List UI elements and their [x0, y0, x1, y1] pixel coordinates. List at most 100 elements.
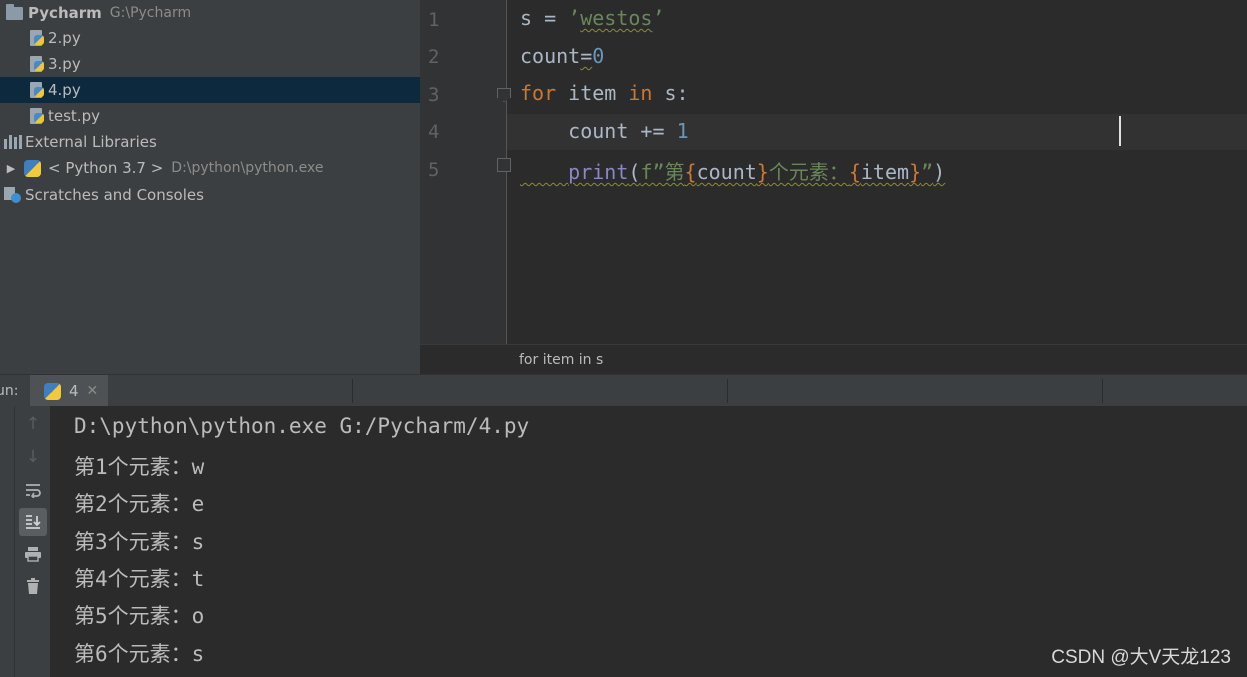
python-file-icon: [28, 55, 45, 73]
file-item-testpy[interactable]: test.py: [0, 103, 420, 129]
folder-icon: [6, 3, 23, 20]
scroll-down-icon[interactable]: ↓: [19, 443, 47, 471]
code-token: in: [628, 81, 653, 105]
external-libraries-label: External Libraries: [25, 133, 157, 151]
code-token: count: [520, 44, 581, 68]
file-label: 2.py: [48, 29, 81, 47]
code-line-1: s = ’westos’: [520, 6, 665, 30]
line-number: 5: [428, 159, 440, 181]
python-sdk-label: < Python 3.7 >: [48, 159, 164, 177]
code-token: {: [848, 160, 861, 184]
code-token: }: [756, 160, 769, 184]
file-item-2py[interactable]: 2.py: [0, 25, 420, 51]
project-root-row[interactable]: Pycharm G:\Pycharm: [0, 0, 420, 26]
code-token: +=: [628, 119, 677, 143]
code-token: ’: [652, 6, 665, 30]
code-token: s: [520, 6, 533, 30]
line-number: 1: [428, 9, 440, 31]
python-file-icon: [28, 29, 45, 47]
code-token: count: [568, 119, 629, 143]
run-side-strip: [0, 406, 14, 677]
file-label: 4.py: [48, 81, 81, 99]
libraries-icon: [4, 135, 22, 149]
editor-gutter: 1 2 3 4 5: [420, 0, 511, 344]
python-file-icon: [28, 81, 45, 99]
code-line-2: count=0: [520, 44, 604, 68]
file-label: 3.py: [48, 55, 81, 73]
line-number: 4: [428, 121, 440, 143]
console-output-line: 第6个元素：s: [74, 642, 205, 666]
fold-open-icon[interactable]: [497, 88, 511, 102]
code-token: 0: [592, 44, 605, 68]
code-line-4: count += 1: [520, 119, 689, 143]
code-line-5: print(f”第{count}个元素：{item}”): [520, 156, 945, 185]
csdn-watermark: CSDN @大V天龙123: [1051, 647, 1231, 668]
external-libraries-row[interactable]: External Libraries: [0, 129, 420, 155]
console-output-line: 第1个元素：w: [74, 455, 205, 479]
code-token: 个元素：: [768, 160, 849, 184]
run-tab-4[interactable]: 4 ✕: [30, 375, 108, 407]
code-token: count: [696, 160, 757, 184]
code-token: print: [568, 160, 629, 184]
project-root-name: Pycharm: [28, 4, 102, 22]
project-tool-window: Pycharm G:\Pycharm 2.py 3.py 4.py test.p…: [0, 0, 420, 374]
file-item-3py[interactable]: 3.py: [0, 51, 420, 77]
line-number: 2: [428, 46, 440, 68]
code-line-3: for item in s:: [520, 81, 689, 105]
code-token: f”第: [640, 160, 685, 184]
print-icon[interactable]: [19, 540, 47, 568]
code-token: westos: [580, 6, 653, 30]
run-tool-window-header: un: 4 ✕: [0, 374, 1247, 408]
code-token: item: [860, 160, 910, 184]
console-output-line: 第4个元素：t: [74, 567, 205, 591]
scroll-to-end-icon[interactable]: [19, 508, 47, 536]
code-token: ’: [568, 6, 581, 30]
project-root-path: G:\Pycharm: [109, 5, 192, 21]
python-sdk-row[interactable]: ▶ < Python 3.7 > D:\python\python.exe: [0, 155, 420, 181]
console-output-line: 第2个元素：e: [74, 492, 205, 516]
run-toolbar: ↑ ↓: [14, 406, 51, 677]
close-tab-icon[interactable]: ✕: [87, 383, 99, 399]
scratches-label: Scratches and Consoles: [25, 186, 204, 204]
header-divider: [1102, 379, 1103, 403]
code-token: ”: [921, 160, 934, 184]
fold-end-icon[interactable]: [497, 158, 511, 172]
expand-arrow-icon[interactable]: ▶: [4, 162, 18, 175]
file-label: test.py: [48, 107, 100, 125]
code-editor[interactable]: 1 2 3 4 5 s = ’westos’ count=0 for item …: [420, 0, 1247, 375]
code-token: =: [532, 6, 569, 30]
header-divider: [727, 379, 728, 403]
console-command-line: D:\python\python.exe G:/Pycharm/4.py: [74, 414, 530, 438]
code-token: item: [556, 81, 629, 105]
console-output-line: 第5个元素：o: [74, 604, 205, 628]
editor-breadcrumb[interactable]: for item in s: [420, 344, 1247, 375]
trash-icon[interactable]: [19, 572, 47, 600]
python-logo-icon: [24, 159, 41, 177]
scroll-up-icon[interactable]: ↑: [19, 410, 47, 438]
file-item-4py[interactable]: 4.py: [0, 77, 420, 103]
code-token: s:: [652, 81, 689, 105]
code-token: (: [628, 160, 641, 184]
python-logo-icon: [44, 382, 61, 400]
breadcrumb-label[interactable]: for item in s: [519, 352, 603, 368]
code-token: for: [520, 81, 557, 105]
line-number: 3: [428, 84, 440, 106]
python-file-icon: [28, 107, 45, 125]
code-token: {: [684, 160, 697, 184]
code-token: }: [909, 160, 922, 184]
soft-wrap-icon[interactable]: [19, 476, 47, 504]
text-caret: [1119, 116, 1121, 146]
console-output-line: 第3个元素：s: [74, 530, 205, 554]
scratches-row[interactable]: Scratches and Consoles: [0, 182, 420, 208]
run-tab-label: 4: [69, 382, 79, 400]
code-token: ): [933, 160, 946, 184]
header-divider: [352, 379, 353, 403]
code-token: =: [580, 44, 593, 68]
run-label: un:: [0, 383, 19, 399]
scratches-icon: [4, 187, 22, 203]
python-sdk-path: D:\python\python.exe: [171, 160, 324, 176]
run-console-output[interactable]: D:\python\python.exe G:/Pycharm/4.py 第1个…: [50, 406, 1247, 677]
code-token: 1: [676, 119, 689, 143]
